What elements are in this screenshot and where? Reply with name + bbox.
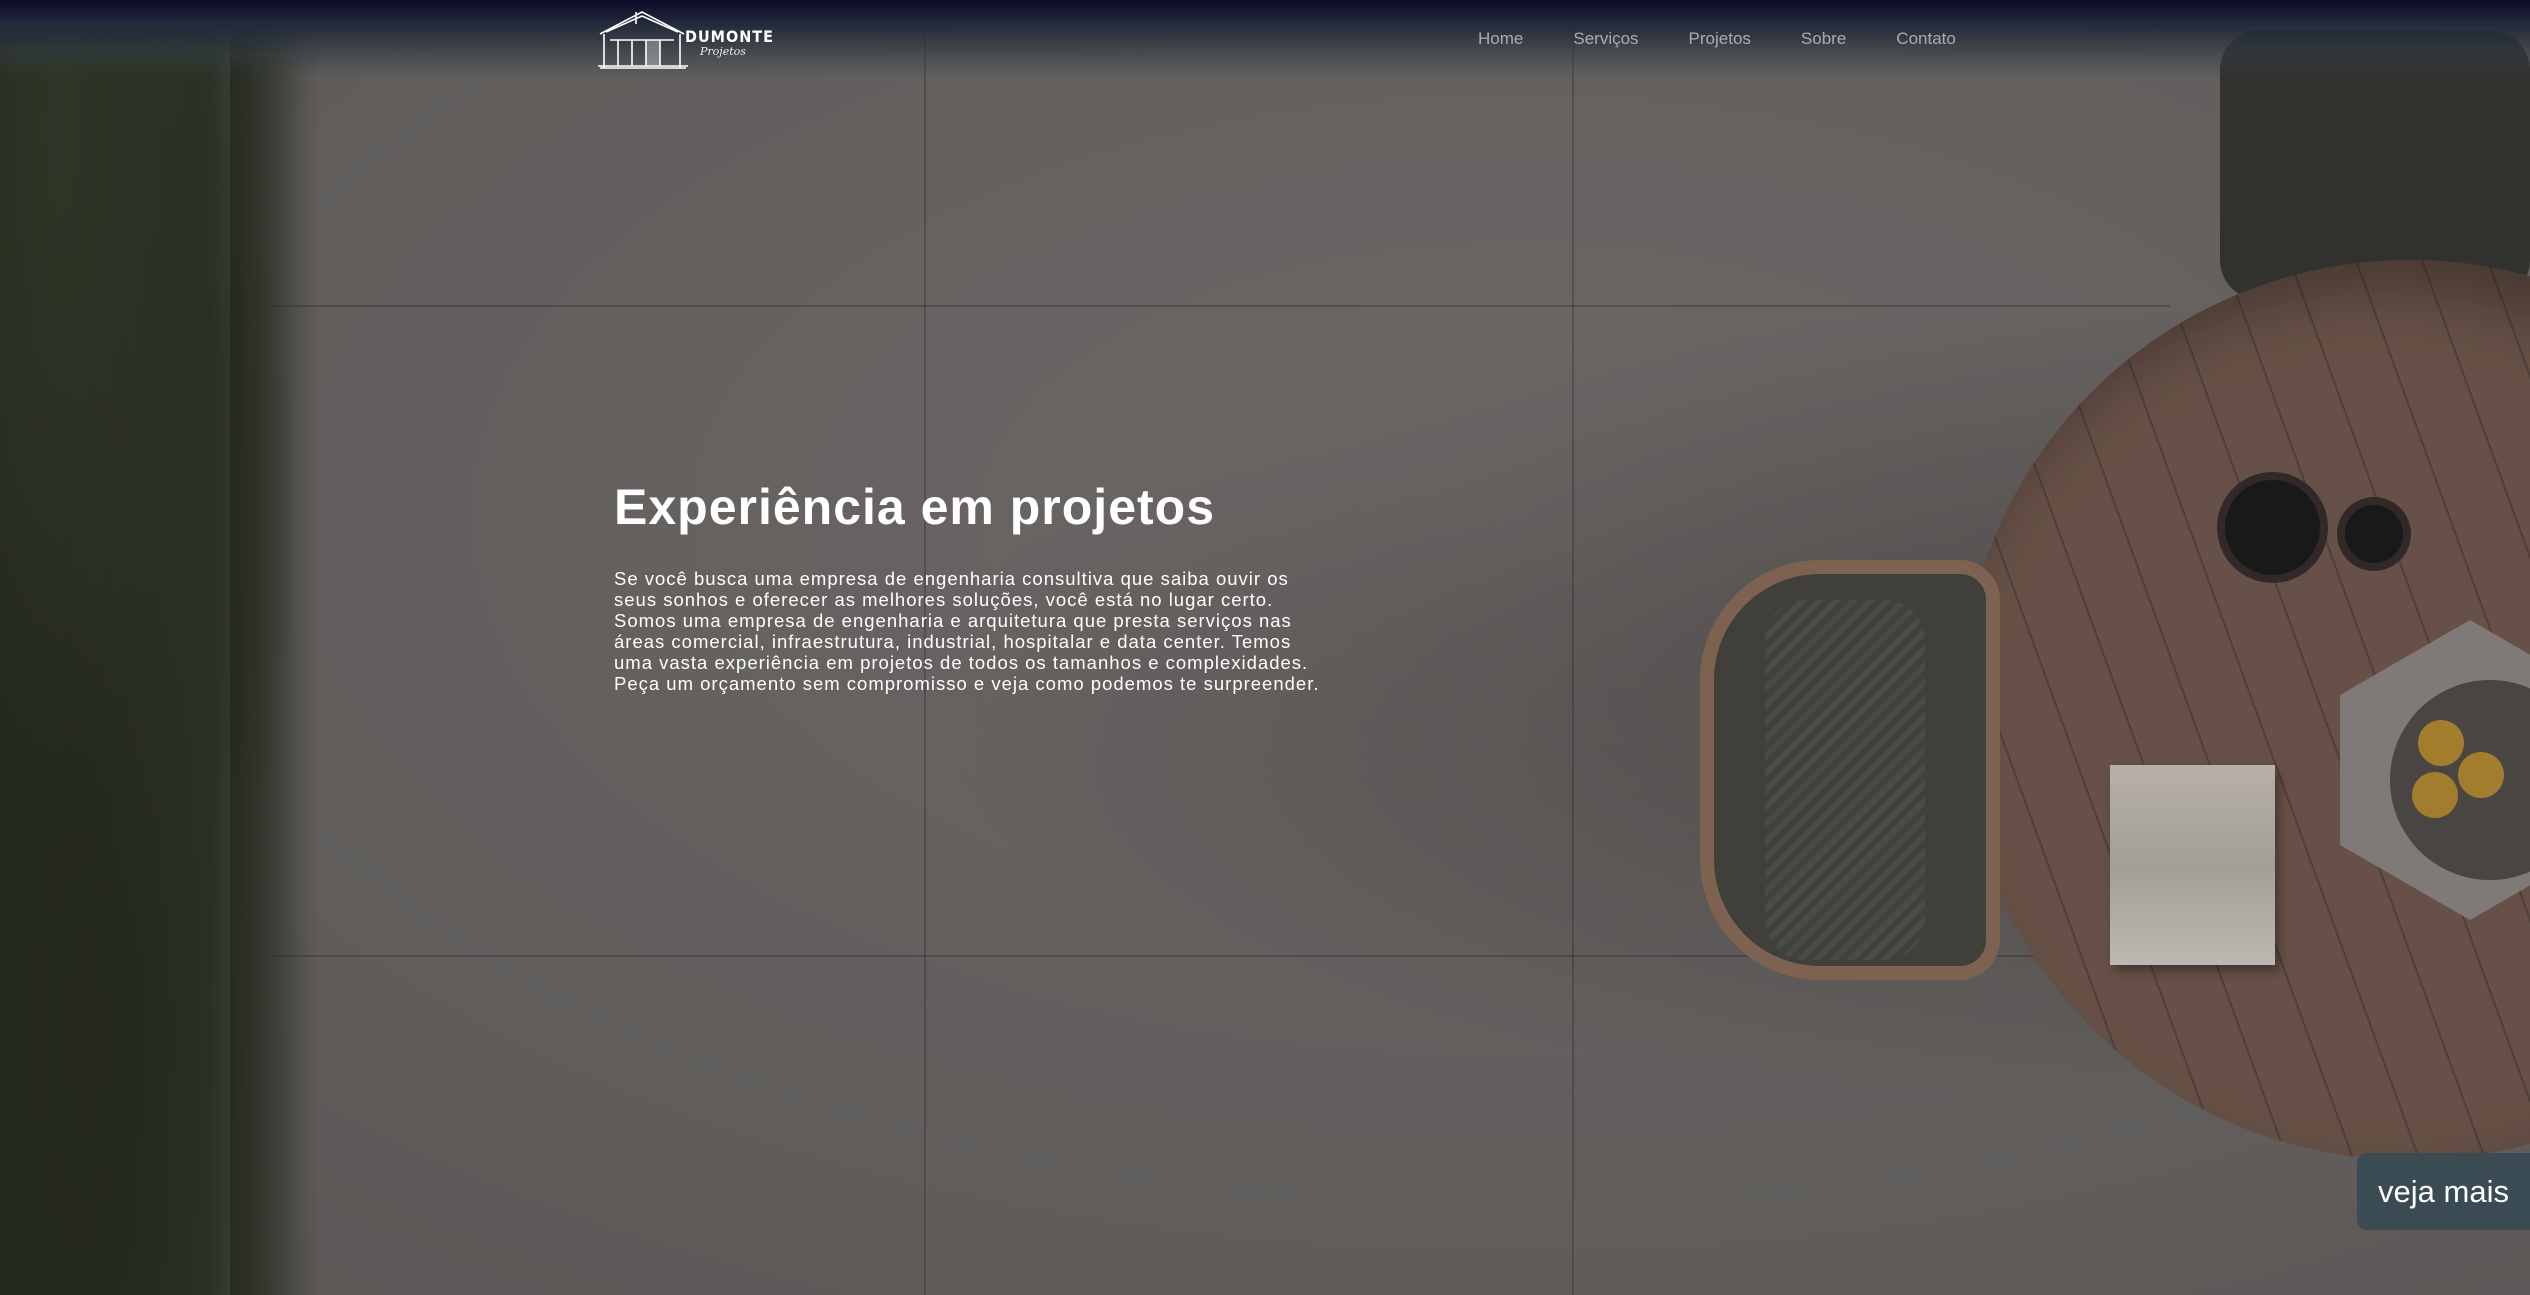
brand-name: DUMONTE — [685, 27, 774, 46]
navbar: DUMONTE Projetos Home Serviços Projetos … — [0, 0, 2530, 78]
nav-home[interactable]: Home — [1478, 29, 1523, 49]
nav-contato[interactable]: Contato — [1896, 29, 1956, 49]
nav-sobre[interactable]: Sobre — [1801, 29, 1846, 49]
nav-projetos[interactable]: Projetos — [1689, 29, 1751, 49]
veja-mais-button[interactable]: veja mais — [2357, 1153, 2530, 1230]
nav-servicos[interactable]: Serviços — [1573, 29, 1638, 49]
hero-title: Experiência em projetos — [614, 479, 1216, 535]
hero-description: Se você busca uma empresa de engenharia … — [614, 568, 1320, 694]
brand-tagline: Projetos — [700, 45, 746, 58]
main-nav: Home Serviços Projetos Sobre Contato — [1478, 29, 1956, 49]
